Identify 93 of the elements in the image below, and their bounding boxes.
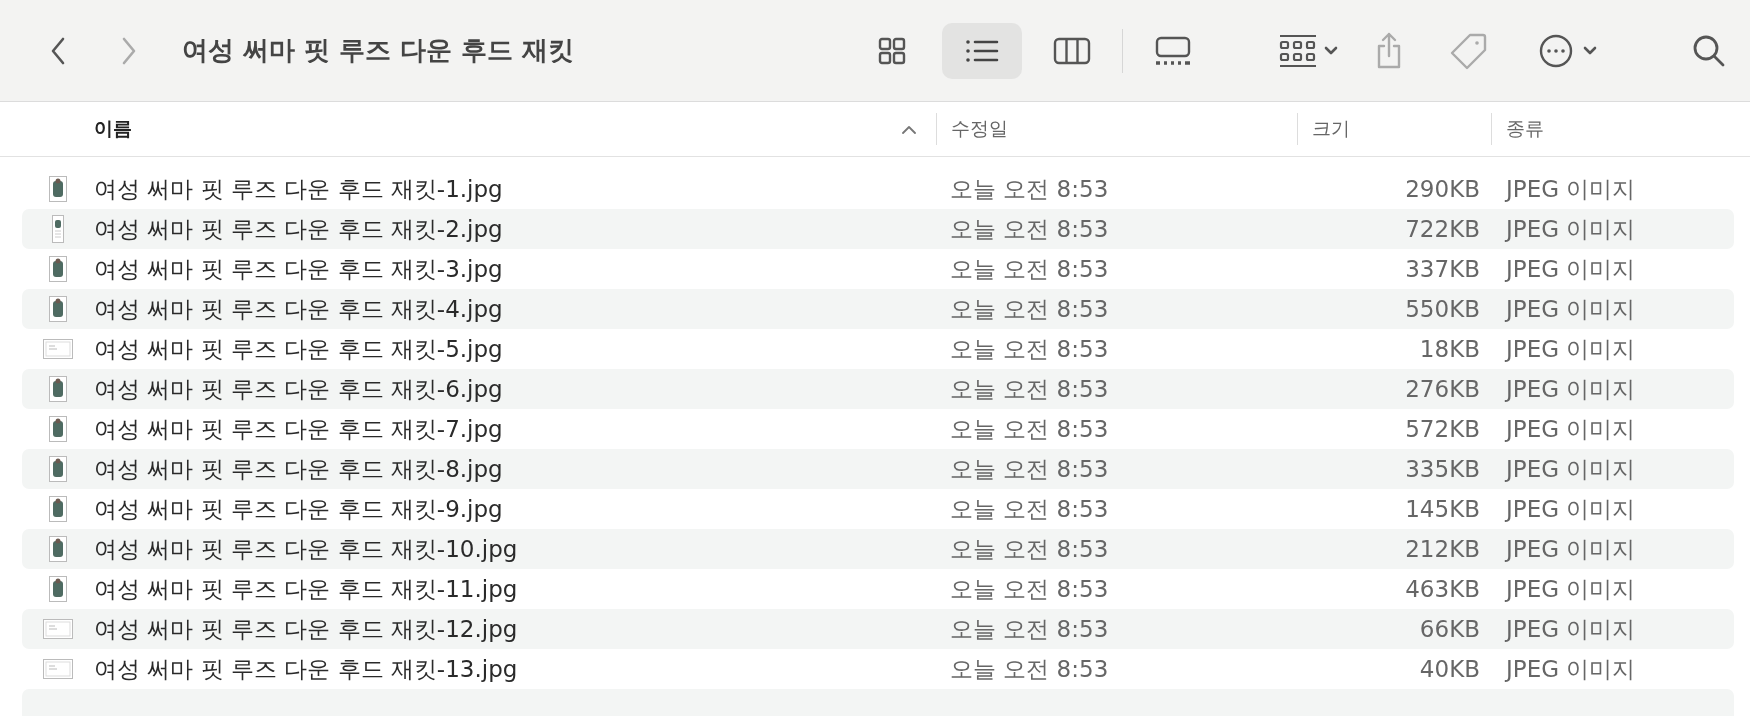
modified-date: 오늘 오전 8:53 [950, 494, 1110, 524]
file-name: 여성 써마 핏 루즈 다운 후드 재킷-11.jpg [94, 574, 518, 604]
column-header[interactable]: 크기 [1297, 113, 1491, 145]
file-name: 여성 써마 핏 루즈 다운 후드 재킷-4.jpg [94, 294, 503, 324]
file-name: 여성 써마 핏 루즈 다운 후드 재킷-13.jpg [94, 654, 518, 684]
column-header[interactable]: 수정일 [936, 113, 1297, 145]
image-thumbnail-icon [49, 456, 67, 482]
file-size: 572KB [1404, 416, 1480, 442]
modified-date: 오늘 오전 8:53 [950, 374, 1110, 404]
column-header[interactable]: 종류 [1491, 113, 1750, 145]
file-type: JPEG 이미지 [1506, 574, 1636, 604]
file-size: 40KB [1418, 656, 1480, 682]
window-title: 여성 써마 핏 루즈 다운 후드 재킷 [182, 34, 576, 67]
image-thumbnail-icon [43, 619, 73, 639]
file-name: 여성 써마 핏 루즈 다운 후드 재킷-7.jpg [94, 414, 503, 444]
modified-date: 오늘 오전 8:53 [950, 454, 1110, 484]
file-name: 여성 써마 핏 루즈 다운 후드 재킷-8.jpg [94, 454, 503, 484]
file-row[interactable]: 여성 써마 핏 루즈 다운 후드 재킷-9.jpg 오늘 오전 8:53 145KB JPEG 이미지 [22, 489, 1734, 529]
file-row[interactable]: 여성 써마 핏 루즈 다운 후드 재킷-7.jpg 오늘 오전 8:53 572KB JPEG 이미지 [22, 409, 1734, 449]
group-grid-icon [1278, 33, 1340, 68]
file-size: 276KB [1404, 376, 1480, 402]
file-type: JPEG 이미지 [1506, 414, 1636, 444]
file-row[interactable]: 여성 써마 핏 루즈 다운 후드 재킷-11.jpg 오늘 오전 8:53 463KB JPEG 이미지 [22, 569, 1734, 609]
file-name: 여성 써마 핏 루즈 다운 후드 재킷-1.jpg [94, 174, 503, 204]
sort-chevron-icon [902, 124, 916, 134]
grid-icon [877, 35, 907, 66]
file-row[interactable]: 여성 써마 핏 루즈 다운 후드 재킷-10.jpg 오늘 오전 8:53 212KB JPEG 이미지 [22, 529, 1734, 569]
file-row[interactable]: 여성 써마 핏 루즈 다운 후드 재킷-5.jpg 오늘 오전 8:53 18KB JPEG 이미지 [22, 329, 1734, 369]
gallery-icon [1154, 35, 1192, 66]
file-type: JPEG 이미지 [1506, 174, 1636, 204]
file-row[interactable]: 여성 써마 핏 루즈 다운 후드 재킷-12.jpg 오늘 오전 8:53 66KB JPEG 이미지 [22, 609, 1734, 649]
file-row[interactable]: 여성 써마 핏 루즈 다운 후드 재킷-13.jpg 오늘 오전 8:53 40KB JPEG 이미지 [22, 649, 1734, 689]
file-type: JPEG 이미지 [1506, 334, 1636, 364]
columns-icon [1053, 36, 1091, 65]
file-type: JPEG 이미지 [1506, 654, 1636, 684]
image-thumbnail-icon [43, 659, 73, 679]
file-size: 337KB [1404, 256, 1480, 282]
file-row[interactable]: 여성 써마 핏 루즈 다운 후드 재킷-2.jpg 오늘 오전 8:53 722KB JPEG 이미지 [22, 209, 1734, 249]
chevron-right-icon [121, 36, 137, 65]
file-size: 66KB [1418, 616, 1480, 642]
file-size: 290KB [1404, 176, 1480, 202]
file-size: 550KB [1404, 296, 1480, 322]
file-type: JPEG 이미지 [1506, 214, 1636, 244]
modified-date: 오늘 오전 8:53 [950, 254, 1110, 284]
file-size: 722KB [1404, 216, 1480, 242]
image-thumbnail-icon [49, 496, 67, 522]
image-thumbnail-icon [52, 215, 64, 243]
file-size: 212KB [1404, 536, 1480, 562]
column-header[interactable]: 이름 [0, 113, 936, 145]
image-thumbnail-icon [49, 536, 67, 562]
file-type: JPEG 이미지 [1506, 534, 1636, 564]
modified-date: 오늘 오전 8:53 [950, 214, 1110, 244]
file-row[interactable]: 여성 써마 핏 루즈 다운 후드 재킷-3.jpg 오늘 오전 8:53 337KB JPEG 이미지 [22, 249, 1734, 289]
file-row[interactable]: 여성 써마 핏 루즈 다운 후드 재킷-4.jpg 오늘 오전 8:53 550KB JPEG 이미지 [22, 289, 1734, 329]
file-type: JPEG 이미지 [1506, 374, 1636, 404]
file-row[interactable]: 여성 써마 핏 루즈 다운 후드 재킷-8.jpg 오늘 오전 8:53 335KB JPEG 이미지 [22, 449, 1734, 489]
chevron-left-icon [50, 36, 66, 65]
modified-date: 오늘 오전 8:53 [950, 334, 1110, 364]
file-row[interactable]: 여성 써마 핏 루즈 다운 후드 재킷-1.jpg 오늘 오전 8:53 290KB JPEG 이미지 [22, 169, 1734, 209]
file-name: 여성 써마 핏 루즈 다운 후드 재킷-9.jpg [94, 494, 503, 524]
file-type: JPEG 이미지 [1506, 494, 1636, 524]
image-thumbnail-icon [49, 576, 67, 602]
modified-date: 오늘 오전 8:53 [950, 174, 1110, 204]
modified-date: 오늘 오전 8:53 [950, 414, 1110, 444]
file-name: 여성 써마 핏 루즈 다운 후드 재킷-10.jpg [94, 534, 518, 564]
image-thumbnail-icon [49, 256, 67, 282]
image-thumbnail-icon [49, 296, 67, 322]
file-name: 여성 써마 핏 루즈 다운 후드 재킷-3.jpg [94, 254, 503, 284]
file-name: 여성 써마 핏 루즈 다운 후드 재킷-6.jpg [94, 374, 503, 404]
magnifier-icon [1692, 33, 1726, 68]
image-thumbnail-icon [49, 176, 67, 202]
file-name: 여성 써마 핏 루즈 다운 후드 재킷-12.jpg [94, 614, 518, 644]
file-size: 463KB [1404, 576, 1480, 602]
file-type: JPEG 이미지 [1506, 294, 1636, 324]
modified-date: 오늘 오전 8:53 [950, 534, 1110, 564]
list-icon [965, 37, 999, 64]
file-type: JPEG 이미지 [1506, 454, 1636, 484]
list-view-button[interactable] [942, 22, 1022, 79]
file-size: 335KB [1404, 456, 1480, 482]
modified-date: 오늘 오전 8:53 [950, 654, 1110, 684]
modified-date: 오늘 오전 8:53 [950, 614, 1110, 644]
modified-date: 오늘 오전 8:53 [950, 574, 1110, 604]
file-name: 여성 써마 핏 루즈 다운 후드 재킷-2.jpg [94, 214, 503, 244]
image-thumbnail-icon [49, 376, 67, 402]
file-size: 145KB [1404, 496, 1480, 522]
image-thumbnail-icon [43, 339, 73, 359]
modified-date: 오늘 오전 8:53 [950, 294, 1110, 324]
file-name: 여성 써마 핏 루즈 다운 후드 재킷-5.jpg [94, 334, 503, 364]
file-type: JPEG 이미지 [1506, 254, 1636, 284]
file-size: 18KB [1418, 336, 1480, 362]
file-type: JPEG 이미지 [1506, 614, 1636, 644]
file-row[interactable]: 여성 써마 핏 루즈 다운 후드 재킷-6.jpg 오늘 오전 8:53 276KB JPEG 이미지 [22, 369, 1734, 409]
image-thumbnail-icon [49, 416, 67, 442]
